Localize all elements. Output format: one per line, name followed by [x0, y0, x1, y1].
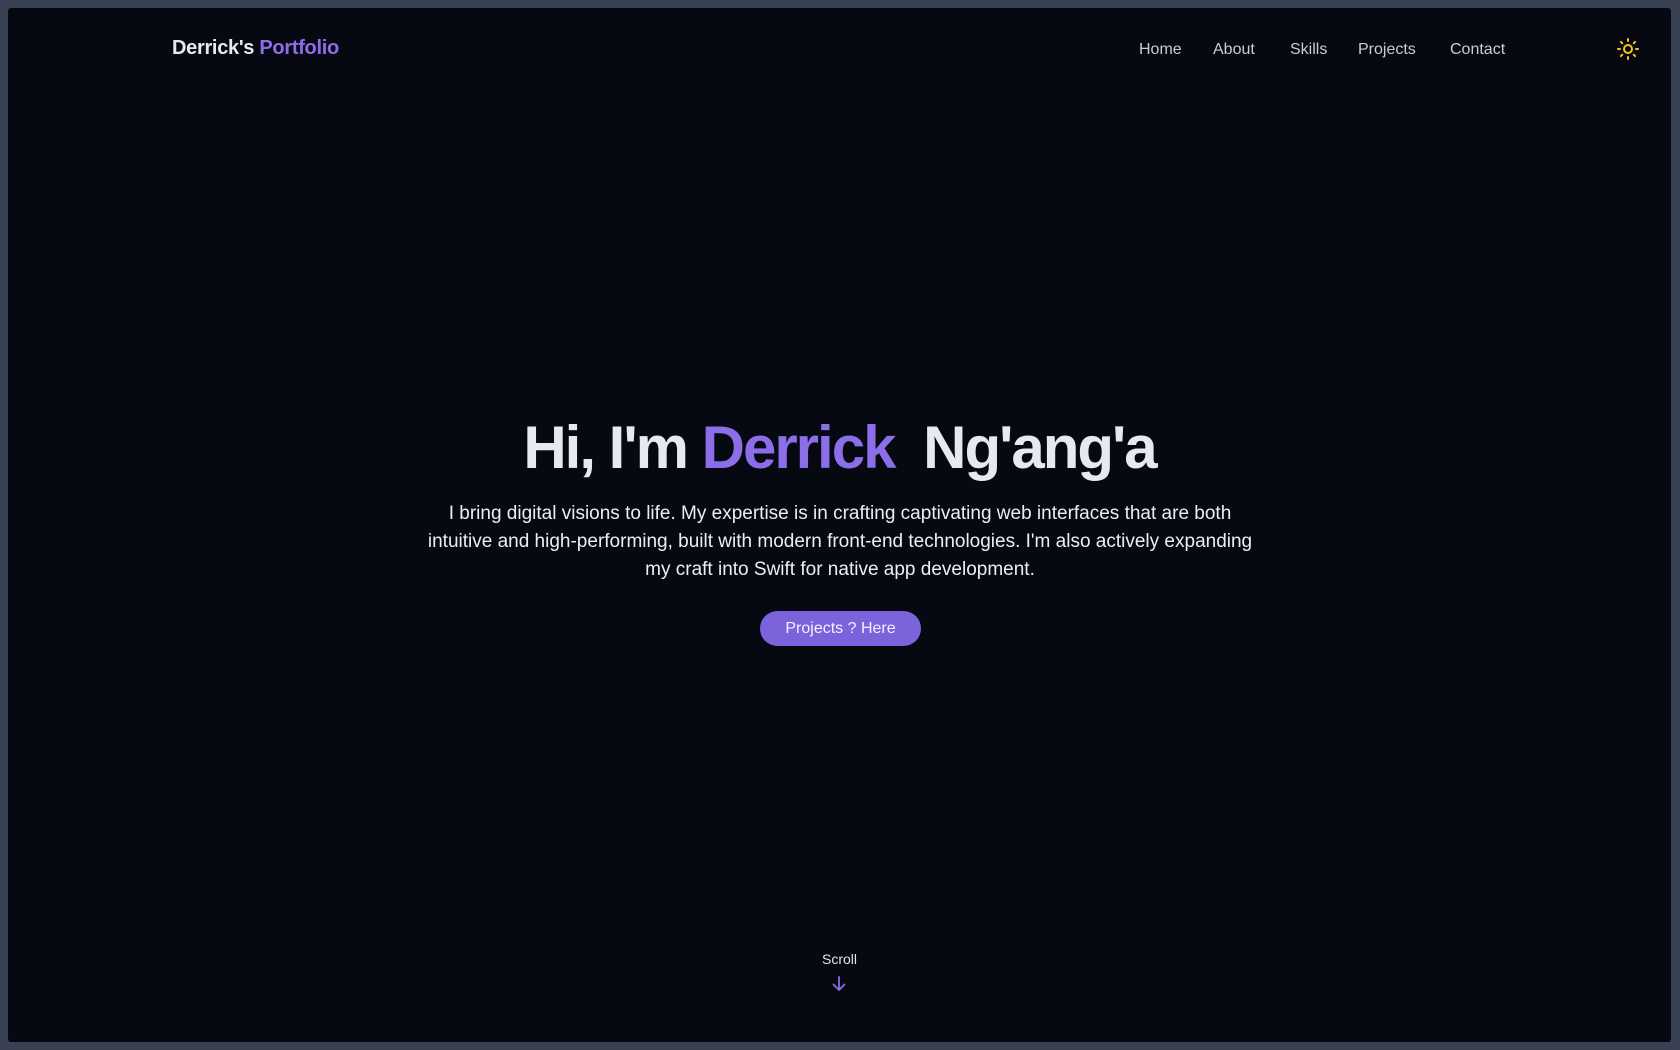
app-window: Derrick's Portfolio Home About Skills Pr…: [8, 8, 1671, 1042]
nav-home[interactable]: Home: [1139, 41, 1182, 59]
main-nav: Home About Skills Projects Contact: [8, 41, 1671, 63]
hero-description: I bring digital visions to life. My expe…: [427, 503, 1253, 580]
projects-cta-button[interactable]: Projects ? Here: [760, 611, 921, 646]
sun-icon: [1617, 38, 1639, 60]
hero-title: Hi, I'm Derrick Ng'ang'a: [8, 412, 1671, 484]
scroll-label: Scroll: [821, 951, 857, 967]
nav-skills[interactable]: Skills: [1290, 41, 1327, 59]
arrow-down-icon: [832, 976, 846, 991]
hero-first-name: Derrick: [701, 414, 897, 481]
hero-last-name: Ng'ang'a: [923, 414, 1158, 481]
nav-contact[interactable]: Contact: [1450, 41, 1505, 59]
nav-about[interactable]: About: [1213, 41, 1255, 59]
theme-toggle-button[interactable]: [1616, 37, 1640, 61]
scroll-down-button[interactable]: [830, 975, 848, 993]
hero-greeting: Hi, I'm: [523, 414, 689, 481]
nav-projects[interactable]: Projects: [1358, 41, 1416, 59]
